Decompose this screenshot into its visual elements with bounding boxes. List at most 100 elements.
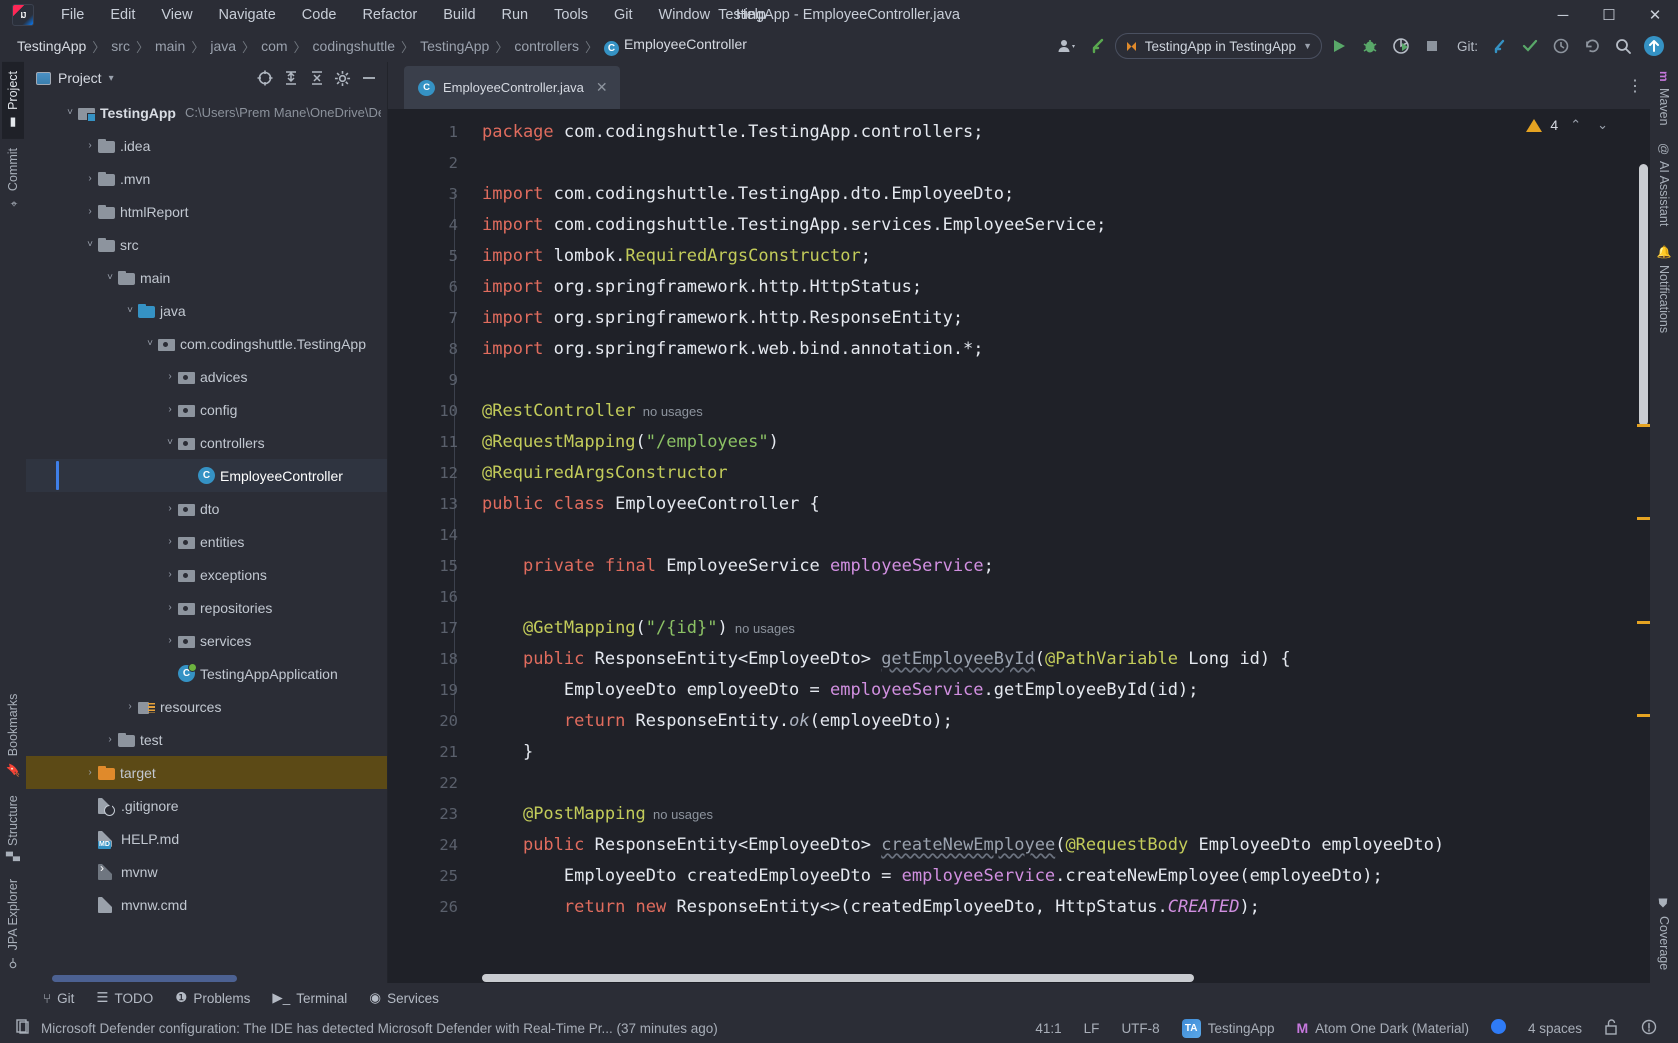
close-icon[interactable]: ✕ xyxy=(596,79,608,96)
git-history-icon[interactable] xyxy=(1547,33,1575,59)
sidebar-item-jpa-explorer[interactable]: ⚲ JPA Explorer xyxy=(2,870,24,979)
git-update-icon[interactable] xyxy=(1485,33,1513,59)
indent-setting[interactable]: 4 spaces xyxy=(1517,1018,1593,1039)
tree-node-idea[interactable]: › .idea xyxy=(26,129,387,162)
bottom-tab-services[interactable]: ◉ Services xyxy=(360,986,448,1010)
scrollbar-thumb[interactable] xyxy=(52,975,237,982)
editor-options-icon[interactable]: ⋮ xyxy=(1620,62,1650,109)
chevron-down-icon[interactable]: ˅ xyxy=(102,272,118,283)
status-message[interactable]: Microsoft Defender configuration: The ID… xyxy=(41,1021,718,1036)
bottom-tab-terminal[interactable]: ▶_ Terminal xyxy=(263,986,356,1010)
tree-node-mvnw-cmd[interactable]: mvnw.cmd xyxy=(26,888,387,921)
breadcrumb-item-testingapp[interactable]: TestingApp xyxy=(14,36,89,56)
menu-item-help[interactable]: Help xyxy=(723,3,779,27)
update-project-icon[interactable] xyxy=(1084,33,1112,59)
run-button[interactable] xyxy=(1325,33,1353,59)
tree-node-repositories[interactable]: › repositories xyxy=(26,591,387,624)
sidebar-item-structure[interactable]: ▞ Structure xyxy=(2,786,24,870)
warning-marker[interactable] xyxy=(1637,424,1650,427)
window-controls[interactable]: ─ ☐ ✕ xyxy=(1540,0,1678,30)
run-configuration-selector[interactable]: TestingApp in TestingApp ▼ xyxy=(1114,33,1322,59)
chevron-right-icon[interactable]: › xyxy=(162,371,178,382)
theme-indicator[interactable]: M Atom One Dark (Material) xyxy=(1285,1017,1479,1039)
rollback-icon[interactable] xyxy=(1578,33,1606,59)
bottom-tab-problems[interactable]: ❶ Problems xyxy=(166,986,259,1010)
sidebar-item-ai-assistant[interactable]: @ AI Assistant xyxy=(1653,134,1675,236)
updates-available-icon[interactable] xyxy=(1640,33,1668,59)
close-button[interactable]: ✕ xyxy=(1632,0,1678,30)
menu-item-refactor[interactable]: Refactor xyxy=(349,3,430,27)
menu-item-tools[interactable]: Tools xyxy=(541,3,601,27)
search-icon[interactable] xyxy=(1609,33,1637,59)
next-problem-icon[interactable]: ⌄ xyxy=(1593,115,1612,135)
stop-button[interactable] xyxy=(1418,33,1446,59)
project-tree-hscrollbar[interactable] xyxy=(26,973,387,983)
chevron-right-icon[interactable]: › xyxy=(162,602,178,613)
editor-vertical-scrollbar[interactable] xyxy=(1636,109,1650,972)
tree-node-services[interactable]: › services xyxy=(26,624,387,657)
bottom-tab-todo[interactable]: ☰ TODO xyxy=(87,986,162,1010)
editor-horizontal-scrollbar[interactable] xyxy=(388,972,1650,983)
menu-item-navigate[interactable]: Navigate xyxy=(206,3,289,27)
tree-node-mvn[interactable]: › .mvn xyxy=(26,162,387,195)
chevron-right-icon[interactable]: › xyxy=(162,404,178,415)
run-with-coverage-button[interactable] xyxy=(1387,33,1415,59)
warning-marker[interactable] xyxy=(1637,714,1650,717)
chevron-down-icon[interactable]: ˅ xyxy=(122,305,138,316)
breadcrumb-item-src[interactable]: src xyxy=(108,36,133,56)
bottom-tab-git[interactable]: ⑂ Git xyxy=(34,987,83,1010)
select-opened-file-icon[interactable] xyxy=(252,66,277,91)
breadcrumb-item-java[interactable]: java xyxy=(207,36,239,56)
warning-marker[interactable] xyxy=(1637,517,1650,520)
gear-icon[interactable] xyxy=(330,66,355,91)
module-indicator[interactable]: TA TestingApp xyxy=(1171,1016,1286,1041)
chevron-right-icon[interactable]: › xyxy=(102,734,118,745)
breadcrumb-item-testingapp-pkg[interactable]: TestingApp xyxy=(417,36,492,56)
breadcrumb-item-codingshuttle[interactable]: codingshuttle xyxy=(310,36,399,56)
breadcrumb-item-employeecontroller[interactable]: C EmployeeController xyxy=(601,34,750,58)
breadcrumb[interactable]: TestingApp 〉 src 〉 main 〉 java 〉 com 〉 c… xyxy=(14,34,750,58)
chevron-right-icon[interactable]: › xyxy=(162,536,178,547)
tree-node-entities[interactable]: › entities xyxy=(26,525,387,558)
sidebar-item-maven[interactable]: m Maven xyxy=(1653,62,1675,134)
chevron-right-icon[interactable]: › xyxy=(162,503,178,514)
chevron-right-icon[interactable]: › xyxy=(122,701,138,712)
menu-item-run[interactable]: Run xyxy=(489,3,542,27)
tree-node-controllers[interactable]: ˅ controllers xyxy=(26,426,387,459)
ide-notification-icon[interactable] xyxy=(14,1018,31,1038)
warning-marker[interactable] xyxy=(1637,621,1650,624)
tree-node-advices[interactable]: › advices xyxy=(26,360,387,393)
chevron-right-icon[interactable]: › xyxy=(82,173,98,184)
breadcrumb-item-main[interactable]: main xyxy=(152,36,188,56)
project-tree[interactable]: ˅ TestingApp C:\Users\Prem Mane\OneDrive… xyxy=(26,94,387,973)
code-editor[interactable]: 4 ⌃ ⌄ 1 2 3− 4 5 6 7 8⌐ 9 10− 11 xyxy=(388,109,1650,972)
debug-button[interactable] xyxy=(1356,33,1384,59)
chevron-right-icon[interactable]: › xyxy=(162,635,178,646)
chevron-down-icon[interactable]: ˅ xyxy=(162,437,178,448)
chevron-down-icon[interactable]: ˅ xyxy=(142,338,158,349)
menu-item-file[interactable]: File xyxy=(48,3,97,27)
line-separator[interactable]: LF xyxy=(1073,1018,1111,1039)
sidebar-item-coverage[interactable]: ⛊ Coverage xyxy=(1653,889,1675,979)
collapse-all-icon[interactable] xyxy=(304,66,329,91)
menu-item-git[interactable]: Git xyxy=(601,3,646,27)
tree-node-target[interactable]: › target xyxy=(26,756,387,789)
menu-item-window[interactable]: Window xyxy=(646,3,724,27)
tree-node-gitignore[interactable]: .gitignore xyxy=(26,789,387,822)
tree-node-resources[interactable]: › resources xyxy=(26,690,387,723)
sidebar-item-notifications[interactable]: 🔔 Notifications xyxy=(1653,236,1675,343)
tree-node-java[interactable]: ˅ java xyxy=(26,294,387,327)
scrollbar-thumb[interactable] xyxy=(482,974,1194,982)
menu-bar[interactable]: File Edit View Navigate Code Refactor Bu… xyxy=(48,3,779,27)
project-panel-title[interactable]: Project ▾ xyxy=(36,70,114,86)
expand-all-icon[interactable] xyxy=(278,66,303,91)
hide-panel-icon[interactable] xyxy=(356,66,381,91)
menu-item-view[interactable]: View xyxy=(148,3,205,27)
chevron-right-icon[interactable]: › xyxy=(82,140,98,151)
tree-node-package-root[interactable]: ˅ com.codingshuttle.TestingApp xyxy=(26,327,387,360)
chevron-down-icon[interactable]: ˅ xyxy=(82,239,98,250)
tree-node-src[interactable]: ˅ src xyxy=(26,228,387,261)
code-content[interactable]: package com.codingshuttle.TestingApp.con… xyxy=(470,109,1636,972)
tree-node-mvnw[interactable]: mvnw xyxy=(26,855,387,888)
account-icon[interactable] xyxy=(1053,33,1081,59)
